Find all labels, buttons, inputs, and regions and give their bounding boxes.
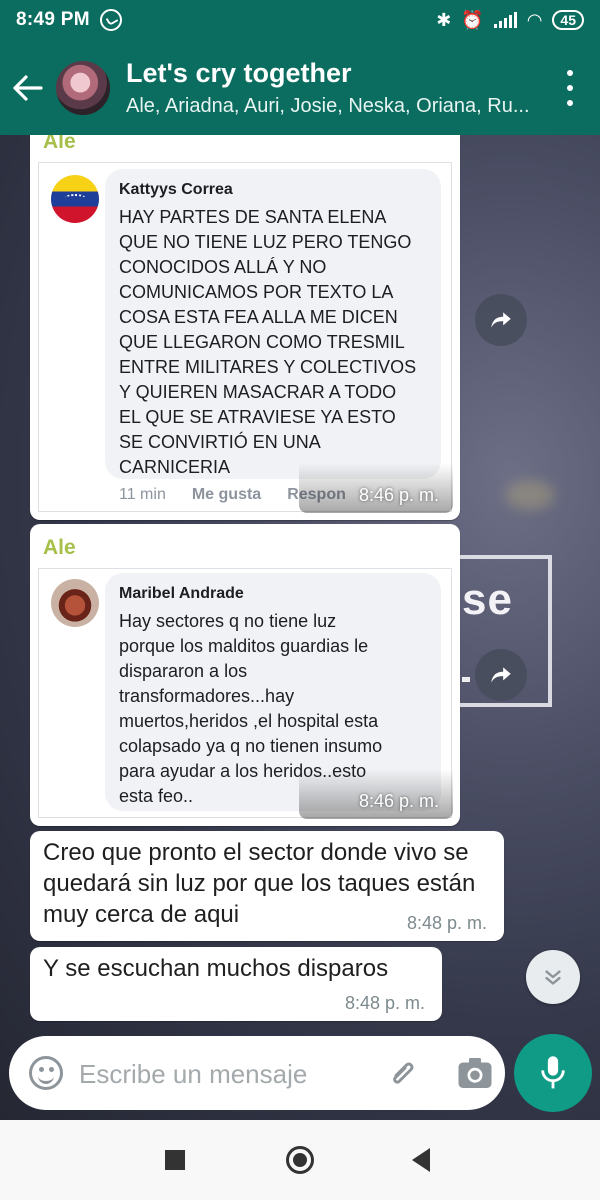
commenter-name: Kattyys Correa [119,181,233,198]
message-composer [9,1036,505,1110]
mic-button[interactable] [514,1034,592,1112]
message-bubble[interactable]: Ale Maribel Andrade Hay sectores q no ti… [30,524,460,826]
commenter-avatar [51,175,99,223]
message-time: 8:46 p. m. [359,791,440,811]
forward-button[interactable] [475,294,527,346]
comment-like: Me gusta [191,486,262,503]
status-bar: 8:49 PM ✱ ⏰ ◠ 45 [0,0,600,40]
scroll-down-button[interactable] [526,950,580,1004]
wifi-icon: ◠ [526,9,543,30]
forward-button[interactable] [475,649,527,701]
chat-header: Let's cry together Ale, Ariadna, Auri, J… [0,40,600,135]
signal-icon [493,12,517,28]
wallpaper-sign-dash [462,677,470,682]
group-info[interactable]: Let's cry together Ale, Ariadna, Auri, J… [126,58,546,118]
status-icons: ✱ ⏰ ◠ 45 [436,10,584,31]
attach-icon[interactable] [384,1056,420,1092]
commenter-avatar [51,579,99,627]
message-time: 8:48 p. m. [407,913,488,933]
system-back-button[interactable] [412,1148,430,1172]
status-time: 8:49 PM [16,9,90,30]
group-name: Let's cry together [126,57,352,88]
chat-area[interactable]: se Ale Kattyys Correa HAY PARTES DE SANT… [0,135,600,1120]
message-image[interactable]: Kattyys Correa HAY PARTES DE SANTA ELENA… [38,162,453,513]
group-members: Ale, Ariadna, Auri, Josie, Neska, Oriana… [126,94,530,117]
message-bubble[interactable]: Ale Kattyys Correa HAY PARTES DE SANTA E… [30,135,460,520]
message-sender: Ale [43,135,76,153]
back-arrow-icon [13,74,43,101]
recents-button[interactable] [165,1150,185,1170]
wallpaper-light [505,480,555,510]
message-bubble[interactable]: Creo que pronto el sector donde vivo se … [30,831,504,941]
comment-age: 11 min [119,486,166,503]
camera-icon[interactable] [457,1056,493,1090]
forward-icon [491,312,511,328]
message-bubble[interactable]: Y se escuchan muchos disparos 8:48 p. m. [30,947,442,1021]
wallpaper-sign-text: se [462,575,513,624]
whatsapp-notification-icon [99,9,122,31]
comment-box: Kattyys Correa HAY PARTES DE SANTA ELENA… [105,169,441,479]
alarm-icon: ⏰ [461,9,484,30]
bluetooth-icon: ✱ [436,9,452,30]
message-time: 8:48 p. m. [345,993,426,1013]
comment-text: HAY PARTES DE SANTA ELENA QUE NO TIENE L… [119,207,417,477]
message-text: Y se escuchan muchos disparos [43,955,389,982]
navigation-bar [0,1120,600,1200]
battery-indicator: 45 [552,10,584,30]
menu-icon[interactable] [564,70,576,106]
scroll-down-icon [545,970,561,985]
message-input[interactable] [79,1054,369,1094]
emoji-icon[interactable] [29,1056,63,1090]
group-avatar[interactable] [54,58,112,117]
message-image[interactable]: Maribel Andrade Hay sectores q no tiene … [38,568,453,819]
home-button[interactable] [286,1146,314,1174]
message-sender: Ale [43,536,76,559]
commenter-name: Maribel Andrade [119,585,244,602]
forward-icon [491,667,511,683]
message-time: 8:46 p. m. [359,485,440,505]
mic-icon [541,1056,565,1089]
back-button[interactable] [2,58,54,118]
